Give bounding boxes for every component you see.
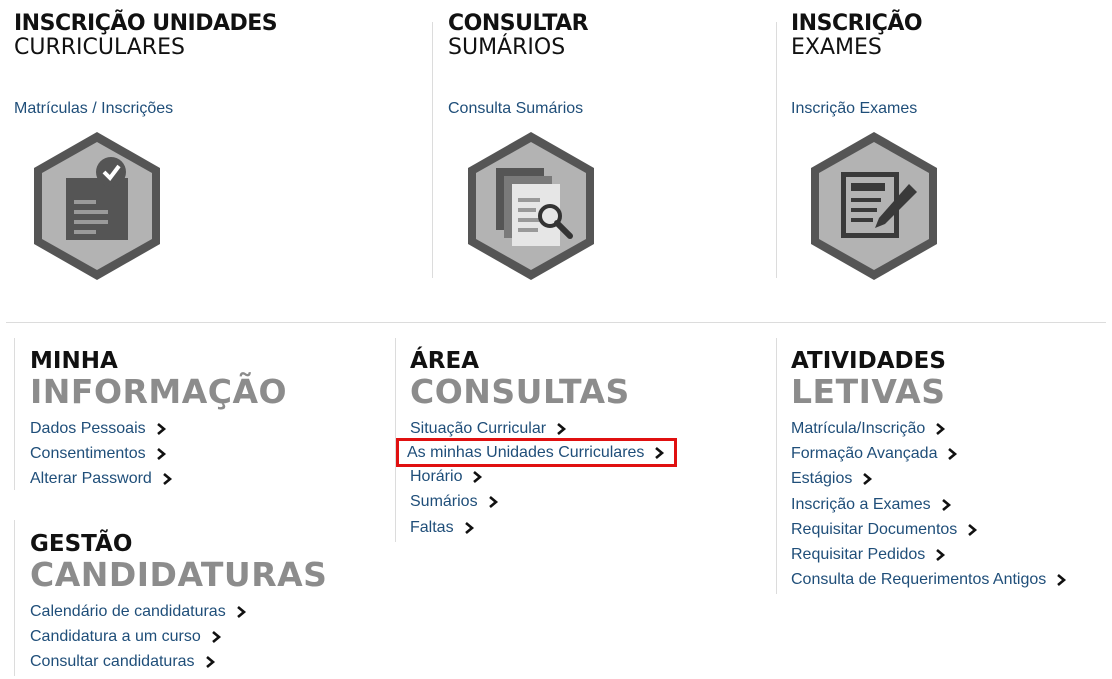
section-subtitle: INFORMAÇÃO [30, 372, 288, 411]
tile-title: CONSULTAR [448, 11, 589, 36]
divider [14, 338, 15, 490]
link-list: Calendário de candidaturas Candidatura a… [30, 599, 327, 675]
chevron-right-icon [941, 498, 951, 511]
calendario-candidaturas-link[interactable]: Calendário de candidaturas [30, 599, 327, 624]
minhas-unidades-curriculares-link[interactable]: As minhas Unidades Curriculares [395, 438, 678, 468]
section-area-consultas: ÁREA CONSULTAS Situação Curricular As mi… [395, 348, 678, 540]
requisitar-documentos-link[interactable]: Requisitar Documentos [791, 517, 1068, 542]
tile-consultar-sumarios: CONSULTAR SUMÁRIOS Consulta Sumários [448, 12, 602, 284]
chevron-right-icon [156, 422, 166, 435]
chevron-right-icon [936, 422, 946, 435]
form-pencil-icon[interactable] [803, 128, 945, 284]
chevron-right-icon [1057, 574, 1067, 587]
clipboard-check-icon[interactable] [26, 128, 168, 284]
divider [395, 338, 396, 542]
consulta-requerimentos-antigos-link[interactable]: Consulta de Requerimentos Antigos [791, 568, 1068, 593]
link-list: Situação Curricular As minhas Unidades C… [395, 416, 678, 540]
tile-inscricao-unidades: INSCRIÇÃO UNIDADES CURRICULARES Matrícul… [14, 11, 278, 284]
chevron-right-icon [968, 523, 978, 536]
dados-pessoais-link[interactable]: Dados Pessoais [30, 416, 287, 441]
matriculas-inscricoes-link[interactable]: Matrículas / Inscrições [14, 100, 277, 118]
divider [776, 22, 777, 278]
section-title: MINHA [30, 348, 118, 374]
estagios-link[interactable]: Estágios [791, 467, 1068, 492]
link-list: Matrícula/Inscrição Formação Avançada Es… [791, 416, 1068, 593]
inscricao-exames-link[interactable]: Inscrição a Exames [791, 492, 1068, 517]
candidatura-curso-link[interactable]: Candidatura a um curso [30, 624, 327, 649]
chevron-right-icon [473, 470, 483, 483]
chevron-right-icon [557, 422, 567, 435]
chevron-right-icon [464, 521, 474, 534]
divider [432, 22, 433, 278]
section-atividades-letivas: ATIVIDADES LETIVAS Matrícula/Inscrição F… [791, 348, 1068, 593]
sumarios-link[interactable]: Sumários [410, 490, 674, 515]
tile-subtitle: EXAMES [791, 35, 882, 60]
section-title: ATIVIDADES [791, 348, 946, 374]
formacao-avancada-link[interactable]: Formação Avançada [791, 441, 1068, 466]
chevron-right-icon [488, 496, 498, 509]
tile-title: INSCRIÇÃO [791, 11, 923, 36]
section-subtitle: LETIVAS [791, 372, 946, 411]
chevron-right-icon [205, 656, 215, 669]
chevron-right-icon [236, 605, 246, 618]
chevron-right-icon [936, 549, 946, 562]
horario-link[interactable]: Horário [410, 464, 674, 489]
chevron-right-icon [162, 473, 172, 486]
chevron-right-icon [211, 630, 221, 643]
tile-title: INSCRIÇÃO UNIDADES [14, 11, 278, 36]
inscricao-exames-link[interactable]: Inscrição Exames [791, 100, 945, 118]
tile-subtitle: SUMÁRIOS [448, 35, 566, 60]
section-gestao-candidaturas: GESTÃO CANDIDATURAS Calendário de candid… [30, 531, 327, 675]
divider [6, 322, 1106, 323]
divider [776, 338, 777, 594]
requisitar-pedidos-link[interactable]: Requisitar Pedidos [791, 542, 1068, 567]
chevron-right-icon [948, 447, 958, 460]
link-list: Dados Pessoais Consentimentos Alterar Pa… [30, 416, 287, 492]
chevron-right-icon [156, 447, 166, 460]
section-minha-informacao: MINHA INFORMAÇÃO Dados Pessoais Consenti… [30, 348, 287, 492]
consulta-sumarios-link[interactable]: Consulta Sumários [448, 100, 602, 118]
section-subtitle: CANDIDATURAS [30, 555, 328, 594]
section-title: GESTÃO [30, 531, 133, 557]
section-subtitle: CONSULTAS [410, 372, 630, 411]
alterar-password-link[interactable]: Alterar Password [30, 467, 287, 492]
matricula-inscricao-link[interactable]: Matrícula/Inscrição [791, 416, 1068, 441]
situacao-curricular-link[interactable]: Situação Curricular [410, 416, 674, 441]
faltas-link[interactable]: Faltas [410, 515, 674, 540]
chevron-right-icon [655, 446, 665, 459]
section-title: ÁREA [410, 348, 480, 374]
tile-subtitle: CURRICULARES [14, 35, 185, 60]
consentimentos-link[interactable]: Consentimentos [30, 441, 287, 466]
chevron-right-icon [863, 473, 873, 486]
divider [14, 520, 15, 676]
documents-search-icon[interactable] [460, 128, 602, 284]
consultar-candidaturas-link[interactable]: Consultar candidaturas [30, 650, 327, 675]
tile-inscricao-exames: INSCRIÇÃO EXAMES Inscrição Exames [791, 12, 945, 284]
